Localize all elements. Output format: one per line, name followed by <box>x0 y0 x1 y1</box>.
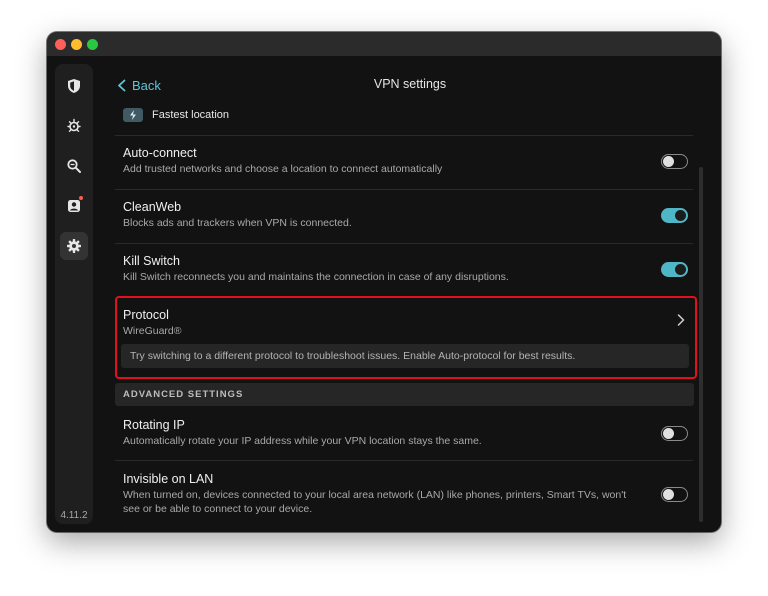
zoom-window-button[interactable] <box>87 39 98 50</box>
setting-title: Rotating IP <box>123 418 185 432</box>
back-label: Back <box>132 77 161 93</box>
profile-icon <box>68 200 80 212</box>
search-icon <box>67 159 81 173</box>
setting-title: Invisible on LAN <box>123 472 214 486</box>
rotating-ip-toggle[interactable] <box>661 426 688 441</box>
setting-title: Auto-connect <box>123 146 197 160</box>
minimize-window-button[interactable] <box>71 39 82 50</box>
lightning-icon <box>123 108 143 122</box>
setting-invisible-lan: Invisible on LAN When turned on, devices… <box>123 471 663 516</box>
protocol-hint: Try switching to a different protocol to… <box>121 344 689 368</box>
setting-title: CleanWeb <box>123 200 182 214</box>
notification-dot <box>79 196 83 200</box>
setting-auto-connect: Auto-connect Add trusted networks and ch… <box>123 145 663 176</box>
shield-icon <box>68 79 80 93</box>
setting-rotating-ip: Rotating IP Automatically rotate your IP… <box>123 417 663 448</box>
cleanweb-toggle[interactable] <box>661 208 688 223</box>
setting-cleanweb: CleanWeb Blocks ads and trackers when VP… <box>123 199 663 230</box>
app-window: 4.11.2 Back VPN settings Fastest locatio… <box>47 32 721 532</box>
divider <box>115 189 693 190</box>
kill-switch-toggle[interactable] <box>661 262 688 277</box>
sidebar-item-shield[interactable] <box>60 72 88 100</box>
setting-protocol[interactable]: Protocol WireGuard® <box>123 307 663 338</box>
fastest-location-label: Fastest location <box>152 109 230 121</box>
advanced-settings-header: ADVANCED SETTINGS <box>115 383 694 406</box>
scrollbar[interactable] <box>699 167 703 522</box>
chevron-right-icon[interactable] <box>677 314 685 326</box>
back-button[interactable]: Back <box>117 76 161 94</box>
setting-kill-switch: Kill Switch Kill Switch reconnects you a… <box>123 253 663 284</box>
fastest-location[interactable]: Fastest location <box>123 107 229 123</box>
setting-description: Blocks ads and trackers when VPN is conn… <box>123 217 352 229</box>
protocol-value: WireGuard® <box>123 325 182 337</box>
setting-description: When turned on, devices connected to you… <box>123 489 627 501</box>
chevron-left-icon <box>118 79 126 91</box>
divider <box>115 135 693 136</box>
sidebar-item-settings[interactable] <box>60 232 88 260</box>
setting-description: Kill Switch reconnects you and maintains… <box>123 271 509 283</box>
title-bar <box>47 32 721 56</box>
close-window-button[interactable] <box>55 39 66 50</box>
gear-icon <box>67 239 81 253</box>
divider <box>115 460 693 461</box>
sidebar-item-profile[interactable] <box>60 192 88 220</box>
invisible-lan-toggle[interactable] <box>661 487 688 502</box>
setting-title: Protocol <box>123 308 169 322</box>
setting-description: Automatically rotate your IP address whi… <box>123 435 482 447</box>
sidebar-item-antivirus[interactable] <box>60 112 88 140</box>
page-title: VPN settings <box>373 77 447 91</box>
virus-icon <box>67 118 81 132</box>
app-version: 4.11.2 <box>60 510 88 521</box>
setting-description: see or be able to connect to your device… <box>123 503 313 515</box>
sidebar-item-search[interactable] <box>60 152 88 180</box>
setting-description: Add trusted networks and choose a locati… <box>123 163 443 175</box>
setting-title: Kill Switch <box>123 254 180 268</box>
divider <box>115 243 693 244</box>
sidebar: 4.11.2 <box>55 64 93 524</box>
auto-connect-toggle[interactable] <box>661 154 688 169</box>
